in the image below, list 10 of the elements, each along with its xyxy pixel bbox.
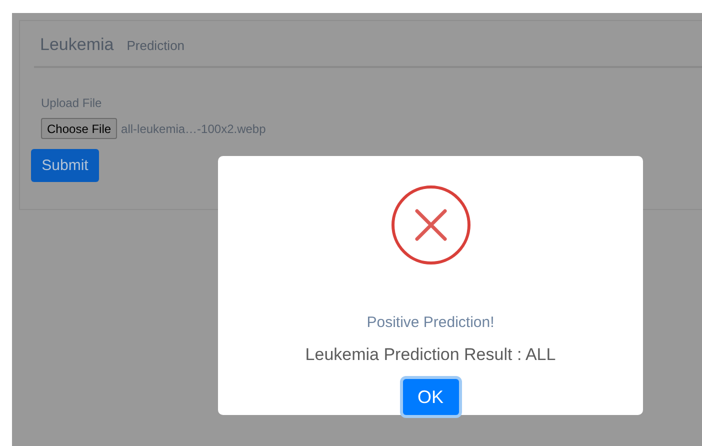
app-subtitle: Prediction [126,38,185,53]
submit-button[interactable]: Submit [31,149,99,182]
app-title: Leukemia [40,35,114,55]
dialog-message: Leukemia Prediction Result : ALL [305,345,556,365]
file-name: all-leukemia…-100x2.webp [121,122,266,136]
choose-file-button[interactable]: Choose File [41,118,118,139]
error-icon [390,185,470,265]
ok-button[interactable]: OK [402,379,458,415]
dialog-title: Positive Prediction! [366,314,494,331]
field-label: Upload File [41,96,103,110]
